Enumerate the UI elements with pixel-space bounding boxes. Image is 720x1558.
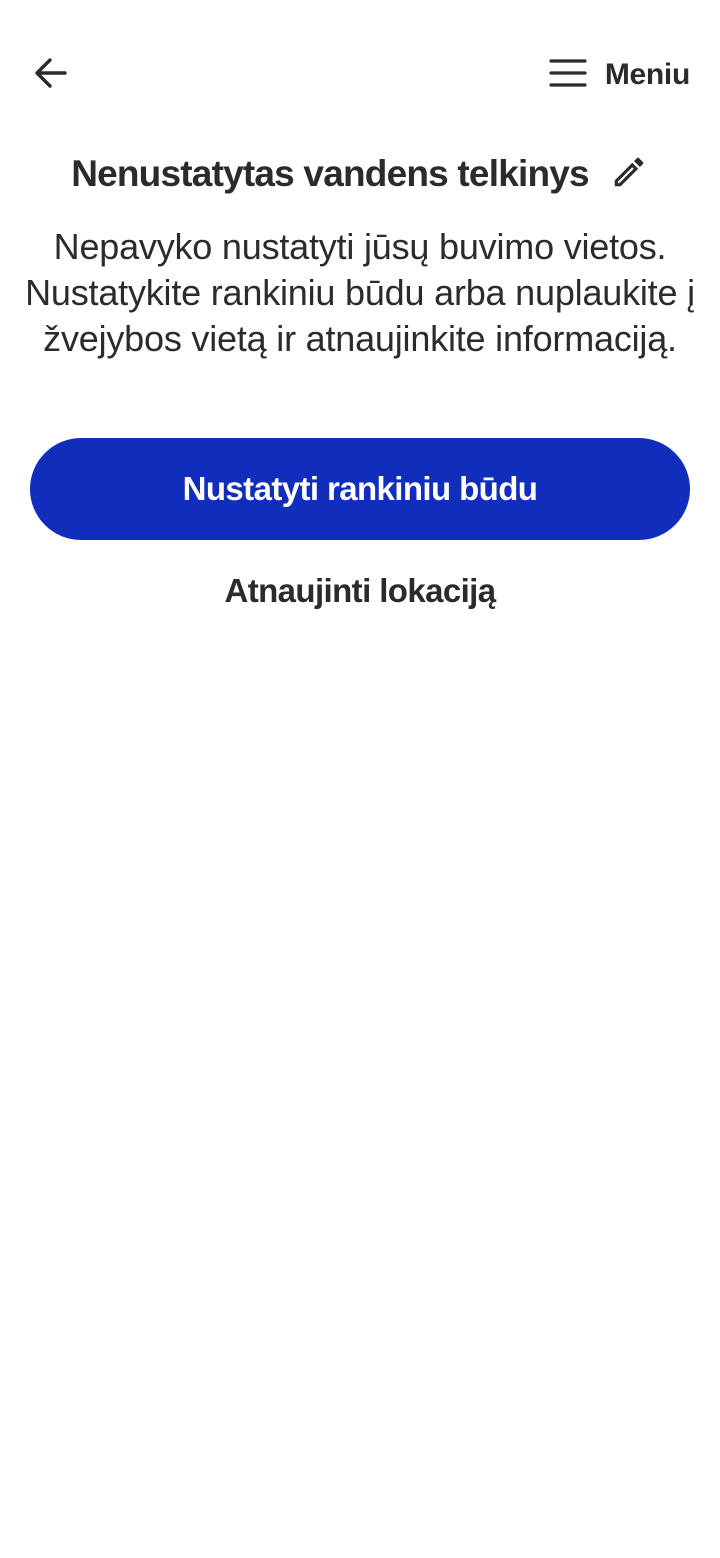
menu-label: Meniu xyxy=(604,58,690,91)
arrow-left-icon xyxy=(33,55,69,96)
location-error-message: Nepavyko nustatyti jūsų buvimo vietos. N… xyxy=(25,226,695,359)
hamburger-icon xyxy=(549,58,587,93)
back-button[interactable] xyxy=(28,54,74,96)
location-title-row: Nenustatytas vandens telkinys xyxy=(0,146,720,202)
edit-location-button[interactable] xyxy=(609,154,649,194)
pencil-icon xyxy=(610,153,648,196)
page-title: Nenustatytas vandens telkinys xyxy=(71,153,589,194)
top-bar: Meniu xyxy=(0,40,720,110)
menu-button[interactable]: Meniu xyxy=(549,54,690,96)
refresh-location-link[interactable]: Atnaujinti lokaciją xyxy=(0,572,720,610)
set-manually-button[interactable]: Nustatyti rankiniu būdu xyxy=(30,438,690,540)
